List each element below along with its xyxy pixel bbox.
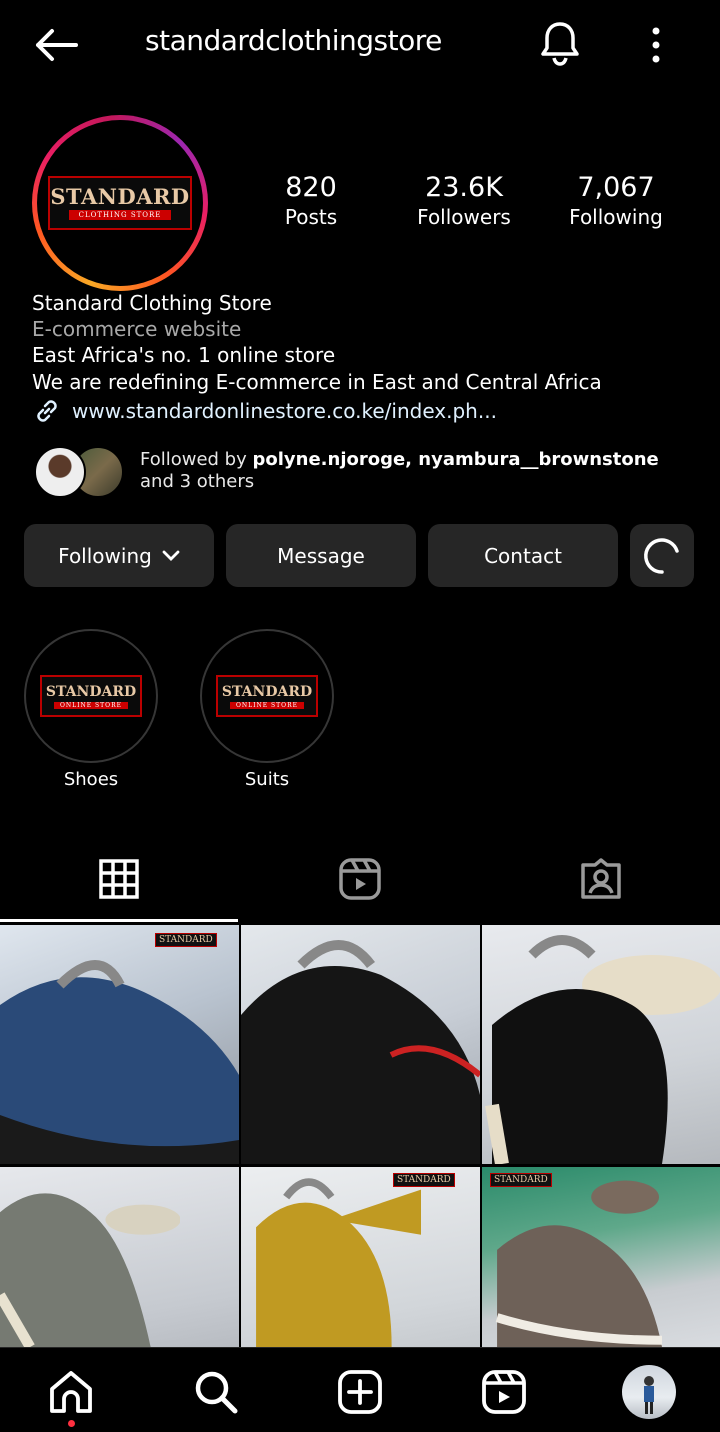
following-button[interactable]: Following (24, 524, 214, 587)
active-tab-indicator (0, 919, 238, 922)
reels-icon (338, 857, 382, 901)
message-button[interactable]: Message (226, 524, 416, 587)
profile-avatar-story-ring[interactable]: STANDARD CLOTHING STORE (32, 115, 208, 291)
post-thumbnail[interactable]: STANDARD (0, 925, 239, 1164)
profile-category: E-commerce website (32, 317, 242, 341)
posts-stat[interactable]: 820 Posts (236, 172, 386, 230)
tab-reels[interactable] (241, 838, 479, 920)
more-vertical-icon[interactable] (640, 22, 672, 68)
notification-dot (68, 1420, 75, 1427)
highlight-logo-sub: ONLINE STORE (54, 701, 128, 709)
arrow-left-icon[interactable] (28, 22, 84, 68)
posts-count: 820 (285, 172, 337, 203)
following-stat[interactable]: 7,067 Following (541, 172, 691, 230)
profile-tabs (0, 838, 720, 922)
highlight-suits[interactable]: STANDARD ONLINE STORE Suits (199, 629, 335, 790)
followers-label: Followers (417, 205, 511, 229)
post-watermark: STANDARD (490, 1173, 552, 1187)
logo-sub-text: CLOTHING STORE (68, 210, 172, 220)
highlight-label: Suits (244, 769, 290, 790)
following-count: 7,067 (577, 172, 655, 203)
search-icon (193, 1369, 239, 1415)
post-watermark: STANDARD (393, 1173, 455, 1187)
home-icon (48, 1369, 94, 1415)
profile-avatar: STANDARD CLOTHING STORE (37, 120, 203, 286)
followers-count: 23.6K (425, 172, 503, 203)
nav-reels[interactable] (480, 1368, 528, 1416)
highlight-logo-main: STANDARD (45, 683, 137, 700)
link-text: www.standardonlinestore.co.ke/index.ph..… (72, 399, 497, 423)
followed-prefix: Followed by (140, 449, 253, 470)
shoe-image (241, 940, 480, 1164)
shoe-image (256, 1178, 421, 1347)
following-label: Following (569, 205, 663, 229)
store-logo: STANDARD CLOTHING STORE (48, 176, 192, 230)
post-watermark: STANDARD (155, 933, 217, 947)
nav-create[interactable] (336, 1368, 384, 1416)
bio-line-1: East Africa's no. 1 online store (32, 343, 336, 367)
profile-name: Standard Clothing Store (32, 291, 272, 315)
loading-spinner-icon (642, 536, 682, 576)
followed-by-text[interactable]: Followed by polyne.njoroge, nyambura__br… (140, 449, 660, 493)
shoe-image (0, 960, 239, 1164)
mutual-followers-avatars[interactable] (34, 446, 126, 498)
suggested-users-button[interactable] (630, 524, 694, 587)
profile-avatar-icon (622, 1365, 676, 1419)
profile-username: standardclothingstore (145, 24, 442, 57)
posts-label: Posts (284, 205, 338, 229)
mutual-avatar-1 (34, 446, 86, 498)
link-icon (32, 396, 62, 426)
chevron-down-icon (162, 550, 180, 562)
reels-icon (481, 1369, 527, 1415)
posts-grid: STANDARD STANDARD STANDARD (0, 925, 720, 1406)
shoe-image (485, 935, 720, 1164)
bell-icon[interactable] (536, 18, 584, 68)
grid-icon (99, 859, 139, 899)
top-bar: standardclothingstore (0, 0, 720, 90)
highlight-logo-sub: ONLINE STORE (230, 701, 304, 709)
bottom-navigation (0, 1347, 720, 1432)
nav-profile[interactable] (622, 1365, 676, 1419)
highlight-ring: STANDARD ONLINE STORE (200, 629, 334, 763)
logo-main-text: STANDARD (50, 184, 190, 209)
nav-home[interactable] (47, 1368, 95, 1416)
highlight-logo: STANDARD ONLINE STORE (216, 675, 318, 717)
highlight-ring: STANDARD ONLINE STORE (24, 629, 158, 763)
post-thumbnail[interactable] (241, 925, 480, 1164)
post-thumbnail[interactable] (482, 925, 720, 1164)
profile-link[interactable]: www.standardonlinestore.co.ke/index.ph..… (32, 396, 497, 426)
highlight-label: Shoes (63, 769, 119, 790)
followers-stat[interactable]: 23.6K Followers (389, 172, 539, 230)
highlight-logo-main: STANDARD (221, 683, 313, 700)
followed-users[interactable]: polyne.njoroge, nyambura__brownstone (252, 449, 658, 470)
shoe-image (0, 1193, 181, 1350)
highlight-shoes[interactable]: STANDARD ONLINE STORE Shoes (23, 629, 159, 790)
highlight-logo: STANDARD ONLINE STORE (40, 675, 142, 717)
contact-button[interactable]: Contact (428, 524, 618, 587)
bio-line-2: We are redefining E-commerce in East and… (32, 370, 602, 394)
following-button-label: Following (58, 543, 152, 568)
tab-posts-grid[interactable] (0, 838, 238, 920)
nav-search[interactable] (192, 1368, 240, 1416)
contact-button-label: Contact (484, 543, 562, 568)
tab-tagged[interactable] (482, 838, 720, 920)
create-icon (337, 1369, 383, 1415)
shoe-image (495, 1180, 663, 1347)
tagged-icon (579, 857, 623, 901)
followed-suffix: and 3 others (140, 471, 255, 492)
message-button-label: Message (277, 543, 365, 568)
